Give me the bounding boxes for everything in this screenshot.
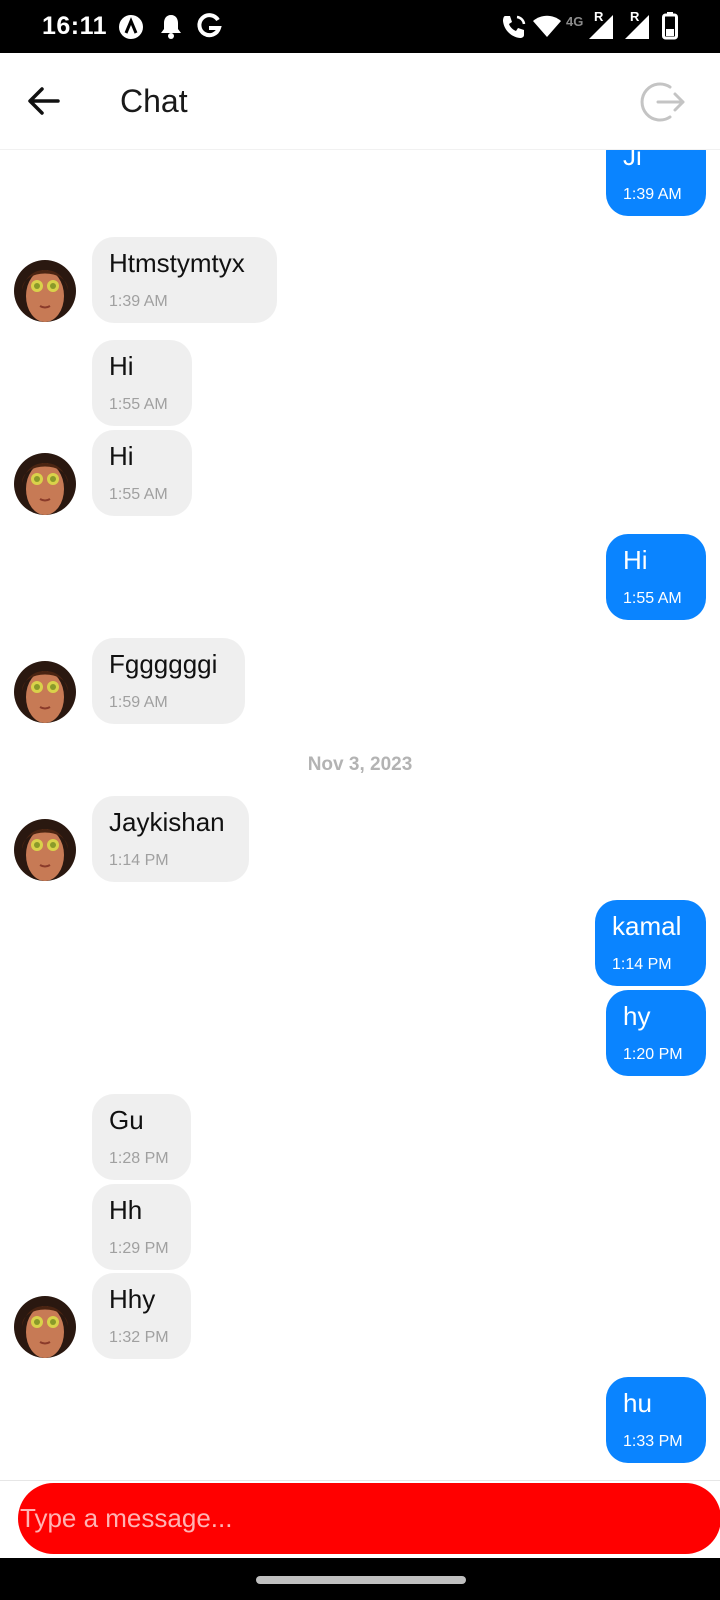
message-text: Htmstymtyx (109, 248, 245, 278)
avatar-image (14, 260, 76, 322)
avatar[interactable] (14, 661, 76, 723)
message-text: hu (623, 1388, 652, 1418)
message-time: 1:33 PM (623, 1433, 683, 1450)
page-title: Chat (120, 83, 188, 119)
message-text: Hi (623, 545, 648, 575)
avatar-image (14, 819, 76, 881)
incoming-message[interactable]: Fggggggi 1:59 AM (92, 638, 245, 724)
avatar[interactable] (14, 453, 76, 515)
message-text: Hi (109, 441, 134, 471)
google-g-icon (196, 12, 222, 45)
message-time: 1:14 PM (612, 956, 672, 973)
avatar[interactable] (14, 1296, 76, 1358)
outgoing-message[interactable]: Hi 1:55 AM (606, 534, 706, 620)
status-bar: 16:11 4G R R (0, 0, 720, 53)
message-time: 1:14 PM (109, 852, 169, 869)
outgoing-message[interactable]: kamal 1:14 PM (595, 900, 706, 986)
incoming-message[interactable]: Hi 1:55 AM (92, 430, 192, 516)
app-a-icon (118, 14, 144, 45)
incoming-message[interactable]: Gu 1:28 PM (92, 1094, 191, 1180)
message-time: 1:55 AM (109, 486, 168, 503)
message-time: 1:32 PM (109, 1329, 169, 1346)
message-list[interactable]: Ji 1:39 AM Htmstymtyx 1:39 AM Hi 1:55 AM… (0, 150, 720, 1480)
incoming-message[interactable]: Htmstymtyx 1:39 AM (92, 237, 277, 323)
message-time: 1:55 AM (623, 590, 682, 607)
date-separator: Nov 3, 2023 (307, 754, 413, 775)
avatar-image (14, 661, 76, 723)
battery-icon (662, 12, 678, 45)
wifi-icon (532, 14, 562, 43)
network-type-label: 4G (566, 14, 584, 29)
incoming-message[interactable]: Hh 1:29 PM (92, 1184, 191, 1270)
outgoing-message[interactable]: hy 1:20 PM (606, 990, 706, 1076)
home-gesture-handle[interactable] (256, 1576, 466, 1584)
composer-bar (0, 1480, 720, 1558)
message-text: Ji (623, 150, 642, 171)
system-navigation-bar (0, 1558, 720, 1600)
incoming-message[interactable]: Hi 1:55 AM (92, 340, 192, 426)
message-time: 1:55 AM (109, 396, 168, 413)
arrow-left-icon (28, 87, 60, 115)
wifi-calling-icon (500, 13, 528, 46)
logout-icon (640, 82, 685, 122)
message-text: Jaykishan (109, 807, 225, 837)
message-time: 1:39 AM (109, 293, 168, 310)
message-text: kamal (612, 911, 682, 941)
incoming-message[interactable]: Hhy 1:32 PM (92, 1273, 191, 1359)
outgoing-message[interactable]: hu 1:33 PM (606, 1377, 706, 1463)
signal-icon (588, 14, 614, 45)
logout-button[interactable] (640, 79, 686, 125)
message-text: Hi (109, 351, 134, 381)
message-input[interactable] (18, 1483, 720, 1554)
app-bar: Chat (0, 53, 720, 150)
message-time: 1:29 PM (109, 1240, 169, 1257)
message-text: Gu (109, 1105, 144, 1135)
avatar[interactable] (14, 819, 76, 881)
message-text: Hhy (109, 1284, 156, 1314)
status-time: 16:11 (42, 12, 108, 40)
message-text: hy (623, 1001, 651, 1031)
incoming-message[interactable]: Jaykishan 1:14 PM (92, 796, 249, 882)
avatar-image (14, 1296, 76, 1358)
message-text: Hh (109, 1195, 143, 1225)
message-time: 1:20 PM (623, 1046, 683, 1063)
message-time: 1:59 AM (109, 694, 168, 711)
outgoing-message[interactable]: Ji 1:39 AM (606, 150, 706, 216)
message-time: 1:39 AM (623, 186, 682, 203)
avatar[interactable] (14, 260, 76, 322)
notification-bell-icon (160, 13, 182, 44)
signal-icon (624, 14, 650, 45)
message-text: Fggggggi (109, 649, 218, 679)
message-time: 1:28 PM (109, 1150, 169, 1167)
avatar-image (14, 453, 76, 515)
back-button[interactable] (22, 79, 66, 123)
